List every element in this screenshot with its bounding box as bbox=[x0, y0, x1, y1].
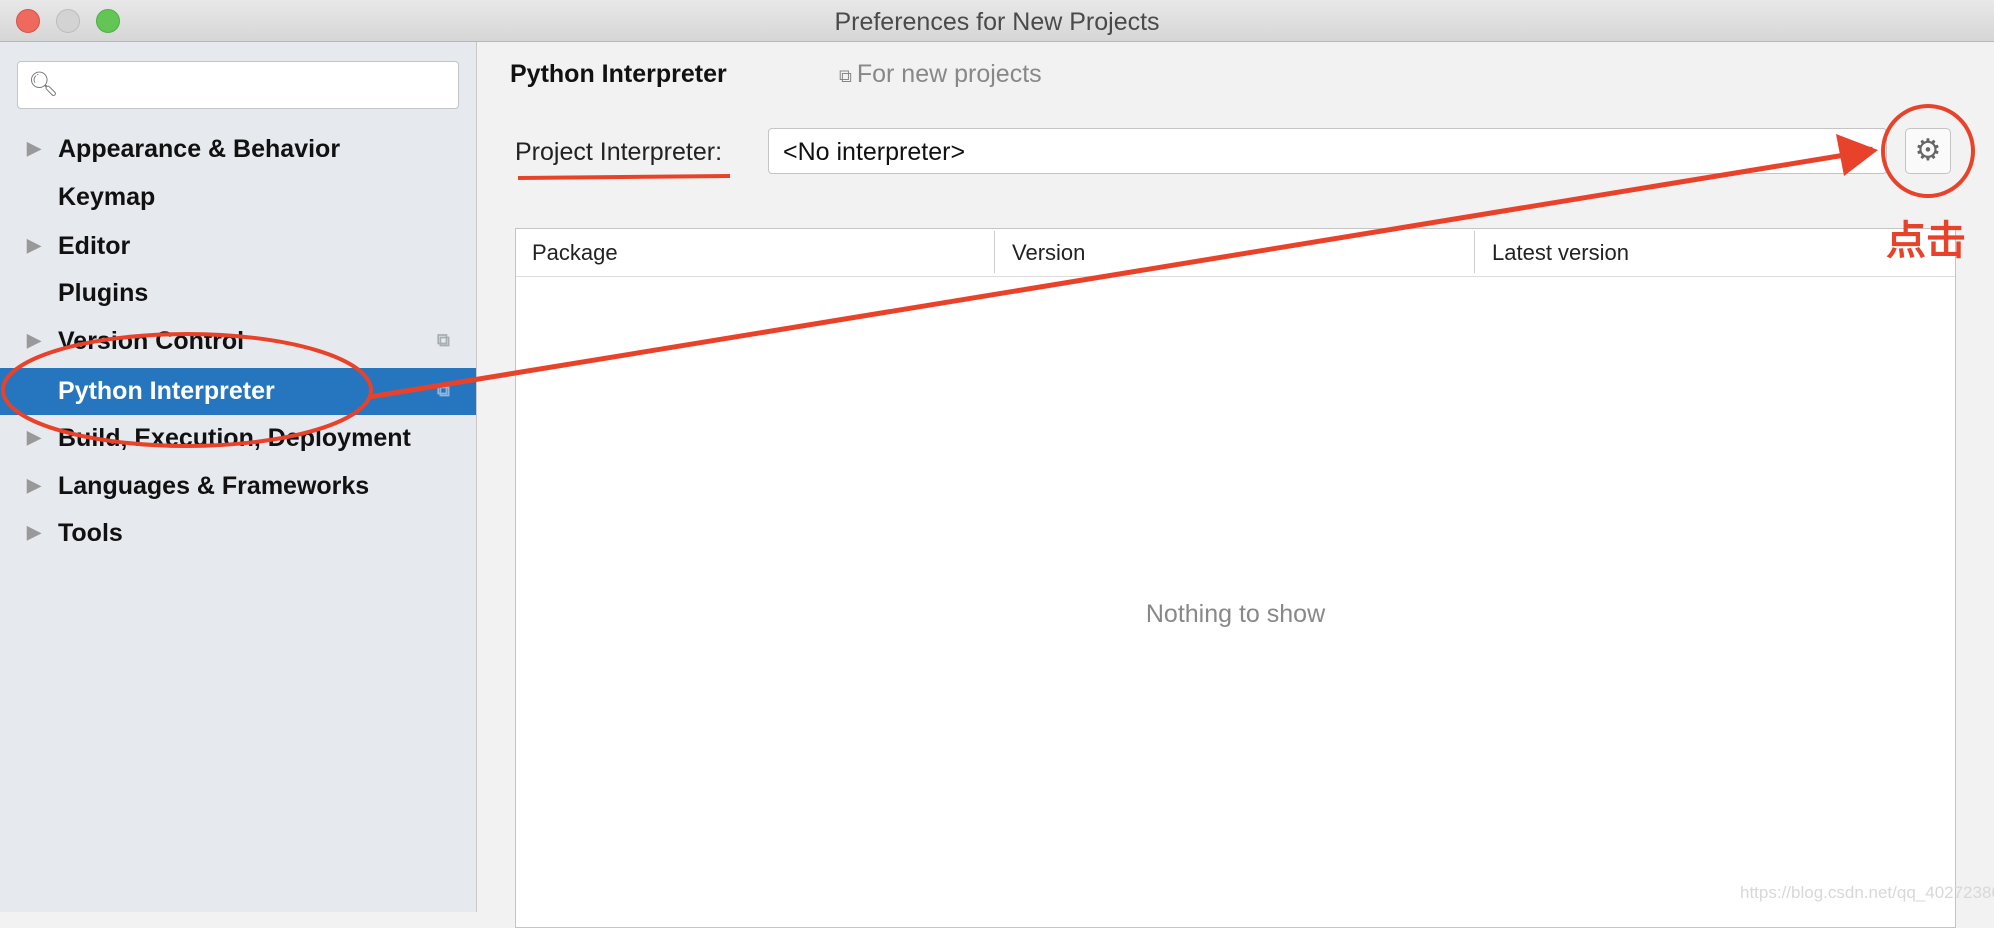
expand-icon[interactable]: ▶ bbox=[27, 427, 41, 448]
column-latest-version[interactable]: Latest version bbox=[1492, 240, 1629, 266]
annotation-text: 点击 bbox=[1886, 219, 1966, 263]
sidebar-item-version-control[interactable]: ▶ Version Control ⧉ bbox=[0, 318, 476, 365]
sidebar-item-languages[interactable]: ▶ Languages & Frameworks bbox=[0, 463, 476, 510]
settings-gear-button[interactable]: ⚙ bbox=[1905, 128, 1951, 174]
expand-icon[interactable]: ▶ bbox=[27, 522, 41, 543]
expand-icon[interactable]: ▶ bbox=[27, 475, 41, 496]
search-input[interactable]: 🔍︎ bbox=[17, 61, 459, 109]
expand-icon[interactable]: ▶ bbox=[27, 330, 41, 351]
sidebar-item-plugins[interactable]: Plugins bbox=[0, 270, 476, 317]
interpreter-select[interactable]: <No interpreter> ▼ bbox=[768, 128, 1887, 174]
column-divider[interactable] bbox=[1474, 231, 1475, 273]
chevron-down-icon: ▼ bbox=[1860, 143, 1876, 160]
column-package[interactable]: Package bbox=[532, 240, 618, 266]
sidebar-item-python-interpreter[interactable]: Python Interpreter ⧉ bbox=[0, 368, 476, 415]
sidebar-item-appearance[interactable]: ▶ Appearance & Behavior bbox=[0, 126, 476, 173]
copy-settings-icon: ⧉ bbox=[839, 66, 857, 86]
empty-message: Nothing to show bbox=[1145, 600, 1326, 628]
sidebar-item-build[interactable]: ▶ Build, Execution, Deployment bbox=[0, 415, 476, 462]
scope-label: ⧉ For new projects bbox=[839, 60, 1042, 88]
copy-settings-icon: ⧉ bbox=[437, 380, 450, 400]
column-version[interactable]: Version bbox=[1012, 240, 1085, 266]
window-title: Preferences for New Projects bbox=[834, 8, 1160, 36]
page-title: Python Interpreter bbox=[510, 60, 727, 88]
sidebar-item-keymap[interactable]: Keymap bbox=[0, 174, 476, 221]
packages-table: Package Version Latest version Nothing t… bbox=[515, 228, 1956, 928]
table-header: Package Version Latest version bbox=[516, 229, 1955, 277]
project-interpreter-label: Project Interpreter: bbox=[515, 138, 723, 166]
sidebar-item-editor[interactable]: ▶ Editor bbox=[0, 223, 476, 270]
column-divider[interactable] bbox=[994, 231, 995, 273]
watermark: https://blog.csdn.net/qq_40272386 bbox=[1740, 883, 1994, 902]
search-icon: 🔍︎ bbox=[28, 71, 59, 98]
copy-settings-icon: ⧉ bbox=[437, 330, 450, 350]
expand-icon[interactable]: ▶ bbox=[27, 235, 41, 256]
main-panel: Python Interpreter ⧉ For new projects Pr… bbox=[478, 42, 1994, 928]
sidebar-item-tools[interactable]: ▶ Tools bbox=[0, 510, 476, 557]
title-bar: Preferences for New Projects bbox=[0, 0, 1994, 42]
sidebar: 🔍︎ ▶ Appearance & Behavior Keymap ▶ Editor… bbox=[0, 42, 477, 912]
expand-icon[interactable]: ▶ bbox=[27, 138, 41, 159]
gear-icon: ⚙ bbox=[1914, 134, 1942, 167]
